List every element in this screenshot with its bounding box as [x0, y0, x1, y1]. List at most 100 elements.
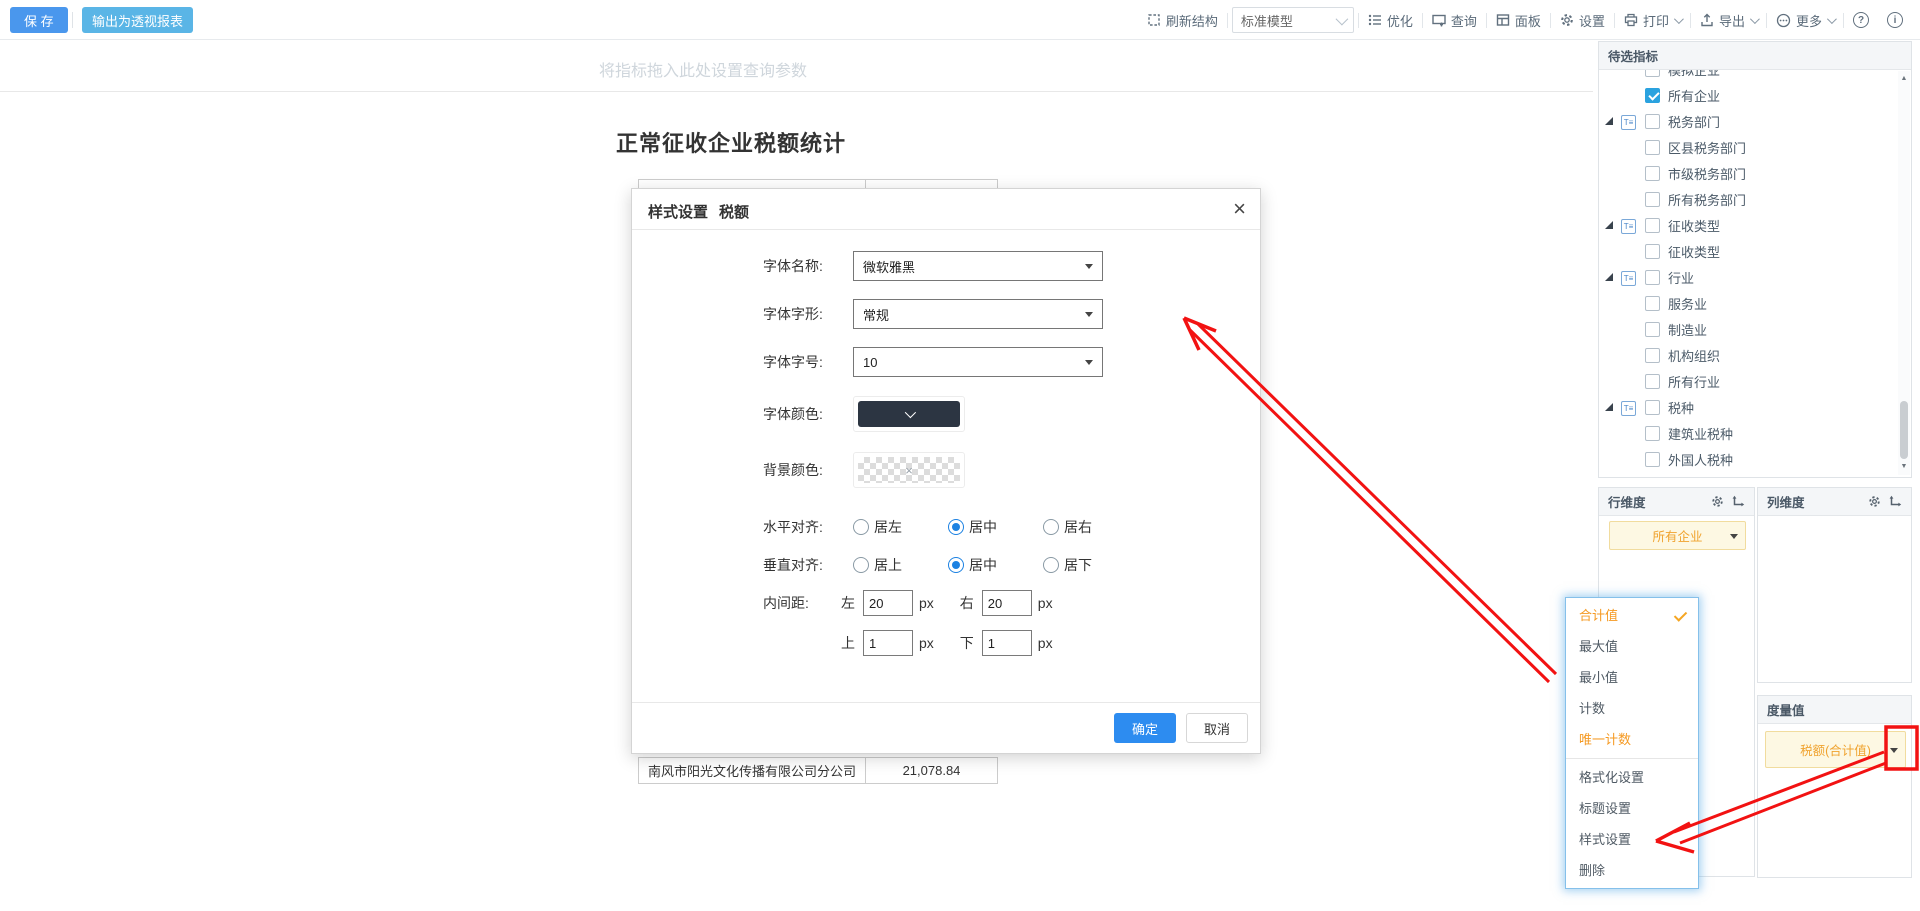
menu-item[interactable] — [1566, 758, 1698, 759]
cancel-button[interactable]: 取消 — [1186, 713, 1248, 743]
scrollbar-thumb[interactable] — [1900, 401, 1908, 459]
panel-button[interactable]: 面板 — [1487, 11, 1550, 30]
tree-item[interactable]: T≡ 征收类型 — [1599, 212, 1898, 238]
px-unit: px — [919, 635, 934, 651]
refresh-structure-button[interactable]: 刷新结构 — [1138, 11, 1227, 30]
pad-bottom-input[interactable] — [982, 630, 1032, 656]
font-size-select[interactable]: 10 — [853, 347, 1103, 377]
chevron-down-icon — [1085, 264, 1093, 269]
bg-color-picker[interactable]: × — [853, 452, 965, 488]
transpose-icon[interactable] — [1888, 495, 1902, 508]
menu-item[interactable]: 合计值 — [1566, 600, 1698, 631]
checkbox[interactable] — [1645, 296, 1660, 311]
tree-item[interactable]: T≡ 所有行业 — [1599, 368, 1898, 394]
row-dimension-pill[interactable]: 所有企业 — [1609, 521, 1746, 550]
menu-item[interactable]: 格式化设置 — [1566, 762, 1698, 793]
menu-item[interactable]: 唯一计数 — [1566, 724, 1698, 755]
export-button[interactable]: 导出 — [1691, 11, 1766, 30]
dropdown-caret-icon[interactable] — [1890, 748, 1898, 753]
tree-item[interactable]: T≡ 征收类型 — [1599, 238, 1898, 264]
transpose-icon[interactable] — [1731, 495, 1745, 508]
gear-icon[interactable] — [1711, 495, 1724, 508]
font-color-picker[interactable] — [853, 396, 965, 432]
tree-item[interactable]: T≡ 机构组织 — [1599, 342, 1898, 368]
close-icon[interactable]: × — [1233, 197, 1246, 221]
model-select[interactable]: 标准模型 — [1232, 7, 1354, 33]
pad-left-input[interactable] — [863, 590, 913, 616]
tree-item[interactable]: T≡ 制造业 — [1599, 316, 1898, 342]
menu-item[interactable]: 计数 — [1566, 693, 1698, 724]
ok-button[interactable]: 确定 — [1114, 713, 1176, 743]
expand-icon[interactable] — [1605, 403, 1621, 411]
dropdown-caret-icon[interactable] — [1730, 534, 1738, 539]
menu-item[interactable]: 标题设置 — [1566, 793, 1698, 824]
more-button[interactable]: 更多 — [1767, 11, 1843, 30]
radio-option[interactable]: 居左 — [853, 512, 948, 542]
radio-icon — [1043, 519, 1059, 535]
query-button[interactable]: 查询 — [1423, 11, 1486, 30]
tree-item[interactable]: T≡ 所有企业 — [1599, 82, 1898, 108]
tree-scrollbar[interactable]: ▲ ▼ — [1898, 71, 1910, 475]
radio-option[interactable]: 居上 — [853, 550, 948, 580]
help-button[interactable]: ? — [1844, 12, 1878, 28]
checkbox[interactable] — [1645, 192, 1660, 207]
checkbox[interactable] — [1645, 400, 1660, 415]
menu-item[interactable]: 最小值 — [1566, 662, 1698, 693]
tree-item[interactable]: T≡ 建筑业税种 — [1599, 420, 1898, 446]
checkbox[interactable] — [1645, 374, 1660, 389]
tree-item-label: 机构组织 — [1668, 346, 1720, 365]
radio-option[interactable]: 居右 — [1043, 512, 1138, 542]
measure-pill[interactable]: 税额(合计值) — [1765, 731, 1906, 768]
expand-icon[interactable] — [1605, 273, 1621, 281]
tree-item[interactable]: T≡ 所有税务部门 — [1599, 186, 1898, 212]
checkbox[interactable] — [1645, 244, 1660, 259]
query-param-dropzone[interactable]: 将指标拖入此处设置查询参数 — [0, 40, 1593, 92]
pad-top-input[interactable] — [863, 630, 913, 656]
radio-option[interactable]: 居中 — [948, 512, 1043, 542]
checkbox[interactable] — [1645, 348, 1660, 363]
tree-item[interactable]: T≡ 外国人税种 — [1599, 446, 1898, 472]
scroll-down-arrow[interactable]: ▼ — [1898, 461, 1910, 473]
menu-item[interactable]: 最大值 — [1566, 631, 1698, 662]
optimize-button[interactable]: 优化 — [1359, 11, 1422, 30]
checkbox[interactable] — [1645, 166, 1660, 181]
font-style-select[interactable]: 常规 — [853, 299, 1103, 329]
print-button[interactable]: 打印 — [1615, 11, 1690, 30]
tree-item-label: 建筑业税种 — [1668, 424, 1733, 443]
checkbox[interactable] — [1645, 270, 1660, 285]
tree-item[interactable]: T≡ 市级税务部门 — [1599, 160, 1898, 186]
column-dimension-panel: 列维度 — [1757, 487, 1912, 683]
menu-item[interactable]: 删除 — [1566, 855, 1698, 886]
pending-indicators-panel: 待选指标 T≡ 模拟企业 T≡ 所有企业 T≡ 税务部门 — [1598, 41, 1912, 478]
info-button[interactable]: i — [1878, 12, 1912, 28]
checkbox[interactable] — [1645, 322, 1660, 337]
tree-item[interactable]: T≡ 税种 — [1599, 394, 1898, 420]
print-label: 打印 — [1643, 11, 1669, 30]
checkbox[interactable] — [1645, 452, 1660, 467]
checkbox[interactable] — [1645, 218, 1660, 233]
font-name-select[interactable]: 微软雅黑 — [853, 251, 1103, 281]
tree-item[interactable]: T≡ 模拟企业 — [1599, 70, 1898, 82]
tree-item[interactable]: T≡ 区县税务部门 — [1599, 134, 1898, 160]
tree-item-label: 税务部门 — [1668, 112, 1720, 131]
tree-item[interactable]: T≡ 服务业 — [1599, 290, 1898, 316]
checkbox[interactable] — [1645, 426, 1660, 441]
font-name-value: 微软雅黑 — [863, 257, 915, 276]
menu-item[interactable]: 样式设置 — [1566, 824, 1698, 855]
export-pivot-button[interactable]: 输出为透视报表 — [82, 7, 193, 33]
checkbox[interactable] — [1645, 140, 1660, 155]
expand-icon[interactable] — [1605, 117, 1621, 125]
checkbox[interactable] — [1645, 70, 1660, 77]
checkbox[interactable] — [1645, 114, 1660, 129]
radio-option[interactable]: 居中 — [948, 550, 1043, 580]
gear-icon[interactable] — [1868, 495, 1881, 508]
checkbox[interactable] — [1645, 88, 1660, 103]
scroll-up-arrow[interactable]: ▲ — [1898, 73, 1910, 85]
tree-item[interactable]: T≡ 税务部门 — [1599, 108, 1898, 134]
pad-right-input[interactable] — [982, 590, 1032, 616]
settings-button[interactable]: 设置 — [1551, 11, 1614, 30]
tree-item[interactable]: T≡ 行业 — [1599, 264, 1898, 290]
save-button[interactable]: 保 存 — [10, 7, 68, 33]
radio-option[interactable]: 居下 — [1043, 550, 1138, 580]
expand-icon[interactable] — [1605, 221, 1621, 229]
